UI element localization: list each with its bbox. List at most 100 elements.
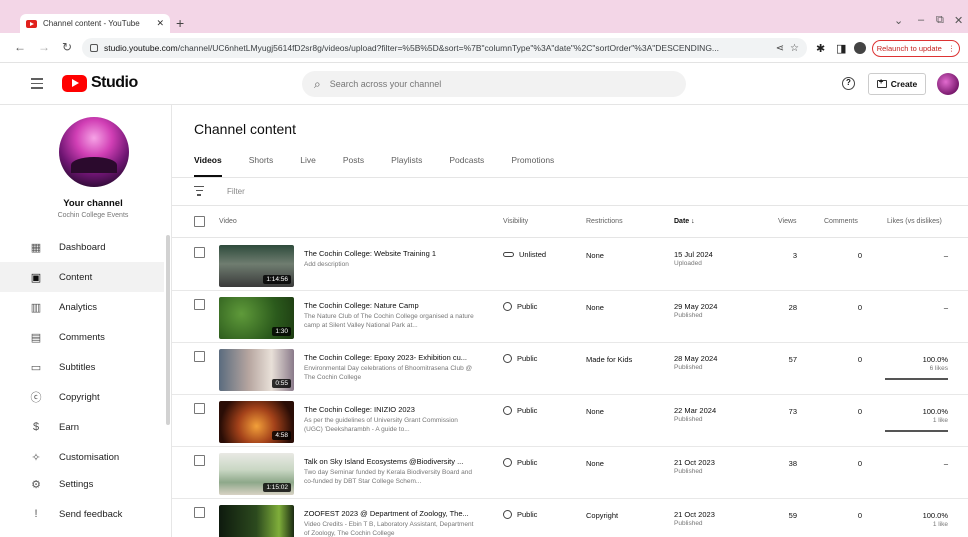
sidebar-item-analytics[interactable]: ▥ Analytics [0,292,164,322]
video-thumbnail[interactable]: 1:30 [219,297,294,339]
logo-text: Studio [91,74,138,91]
video-thumbnail[interactable] [219,505,294,537]
content-tabs: Videos Shorts Live Posts Playlists Podca… [194,155,581,177]
address-bar[interactable]: studio.youtube.com/channel/UC6nhetLMyugj… [82,38,807,58]
row-checkbox[interactable] [194,455,205,466]
back-icon[interactable]: ← [14,40,26,54]
date-status: Published [674,468,703,475]
feedback-icon: ! [34,508,38,520]
row-checkbox[interactable] [194,351,205,362]
more-menu-icon[interactable]: ⋮ [948,44,956,53]
table-row[interactable]: 1:14:56 The Cochin College: Website Trai… [172,239,968,291]
studio-header: Studio ⌕ Search across your channel ? Cr… [0,63,968,105]
tab-live[interactable]: Live [300,155,316,177]
tab-posts[interactable]: Posts [343,155,364,177]
column-restrictions[interactable]: Restrictions [586,218,623,225]
video-thumbnail[interactable]: 4:58 [219,401,294,443]
sidebar-item-label: Customisation [59,451,120,463]
visibility-cell[interactable]: Public [503,354,537,363]
select-all-checkbox[interactable] [194,216,205,227]
create-button[interactable]: Create [868,73,926,95]
relaunch-label: Relaunch to update [876,44,942,53]
visibility-cell[interactable]: Unlisted [503,250,546,259]
filter-icon[interactable] [194,186,204,199]
profile-icon[interactable] [854,42,866,54]
forward-icon[interactable]: → [38,40,50,54]
column-likes[interactable]: Likes (vs dislikes) [887,218,942,225]
reload-icon[interactable]: ↻ [62,40,72,54]
browser-tab[interactable]: Channel content - YouTube ✕ [20,14,170,33]
tab-promotions[interactable]: Promotions [511,155,554,177]
visibility-cell[interactable]: Public [503,406,537,415]
video-thumbnail[interactable]: 0:55 [219,349,294,391]
column-comments[interactable]: Comments [824,218,858,225]
video-title[interactable]: Talk on Sky Island Ecosystems @Biodivers… [304,457,479,466]
date-cell: 15 Jul 2024 [674,250,713,259]
video-title[interactable]: The Cochin College: Nature Camp [304,301,479,310]
visibility-cell[interactable]: Public [503,302,537,311]
sidebar-item-subtitles[interactable]: ▭ Subtitles [0,352,164,382]
tab-shorts[interactable]: Shorts [249,155,274,177]
tab-videos[interactable]: Videos [194,155,222,177]
row-checkbox[interactable] [194,403,205,414]
hamburger-menu-icon[interactable] [31,78,43,92]
video-thumbnail[interactable]: 1:14:56 [219,245,294,287]
video-title[interactable]: ZOOFEST 2023 @ Department of Zoology, Th… [304,509,479,518]
sidebar-item-customisation[interactable]: ✧ Customisation [0,442,164,472]
row-checkbox[interactable] [194,247,205,258]
sidebar-item-comments[interactable]: ▤ Comments [0,322,164,352]
tab-podcasts[interactable]: Podcasts [449,155,484,177]
visibility-cell[interactable]: Public [503,510,537,519]
sidebar-item-settings[interactable]: ⚙ Settings [0,469,164,499]
video-thumbnail[interactable]: 1:15:02 [219,453,294,495]
bookmark-star-icon[interactable]: ☆ [790,43,799,54]
help-icon[interactable]: ? [842,77,855,90]
video-title[interactable]: The Cochin College: INIZIO 2023 [304,405,479,414]
column-date-sort[interactable]: Date ↓ [674,218,695,225]
row-checkbox[interactable] [194,507,205,518]
table-row[interactable]: 1:30 The Cochin College: Nature Camp The… [172,291,968,343]
close-window-icon[interactable]: ✕ [954,14,963,27]
column-views[interactable]: Views [778,218,797,225]
table-row[interactable]: 4:58 The Cochin College: INIZIO 2023 As … [172,395,968,447]
site-info-icon[interactable] [90,44,98,52]
video-title[interactable]: The Cochin College: Website Training 1 [304,249,479,258]
restore-icon[interactable]: ⧉ [936,14,944,27]
relaunch-to-update-button[interactable]: Relaunch to update ⋮ [872,40,960,57]
studio-logo[interactable]: Studio [62,74,138,92]
likes-cell: 100.0% [922,355,948,364]
filter-input[interactable]: Filter [227,187,245,196]
new-tab-button[interactable]: + [176,15,184,31]
sidebar-item-label: Earn [59,421,80,433]
video-description: Two day Seminar funded by Kerala Biodive… [304,469,473,485]
visibility-label: Unlisted [519,250,547,259]
visibility-cell[interactable]: Public [503,458,537,467]
sidebar-item-label: Copyright [59,391,100,403]
side-panel-icon[interactable]: ◨ [836,42,846,55]
channel-avatar[interactable] [59,117,129,187]
video-title[interactable]: The Cochin College: Epoxy 2023- Exhibiti… [304,353,479,362]
sidebar-item-earn[interactable]: $ Earn [0,412,164,442]
sidebar-item-content[interactable]: ▣ Content [0,262,164,292]
sidebar-item-send-feedback[interactable]: ! Send feedback [0,499,164,529]
date-status: Published [674,312,703,319]
table-row[interactable]: 1:15:02 Talk on Sky Island Ecosystems @B… [172,447,968,499]
search-input[interactable]: ⌕ Search across your channel [302,71,686,97]
sidebar-item-copyright[interactable]: ⓒ Copyright [0,382,164,412]
table-row[interactable]: ZOOFEST 2023 @ Department of Zoology, Th… [172,499,968,537]
visibility-label: Public [517,302,538,311]
extensions-icon[interactable]: ✱ [816,42,825,55]
sidebar-scrollbar[interactable] [166,235,170,425]
video-duration: 4:58 [272,431,291,440]
sidebar-item-dashboard[interactable]: ▦ Dashboard [0,232,164,262]
minimize-icon[interactable]: – [918,14,924,26]
account-avatar[interactable] [937,73,959,95]
share-icon[interactable]: ⋖ [776,43,784,54]
row-checkbox[interactable] [194,299,205,310]
tab-close-icon[interactable]: ✕ [156,18,164,29]
likes-count: 1 like [932,521,948,528]
tab-playlists[interactable]: Playlists [391,155,422,177]
column-visibility[interactable]: Visibility [503,218,528,225]
tab-search-icon[interactable]: ⌄ [894,14,903,27]
table-row[interactable]: 0:55 The Cochin College: Epoxy 2023- Exh… [172,343,968,395]
